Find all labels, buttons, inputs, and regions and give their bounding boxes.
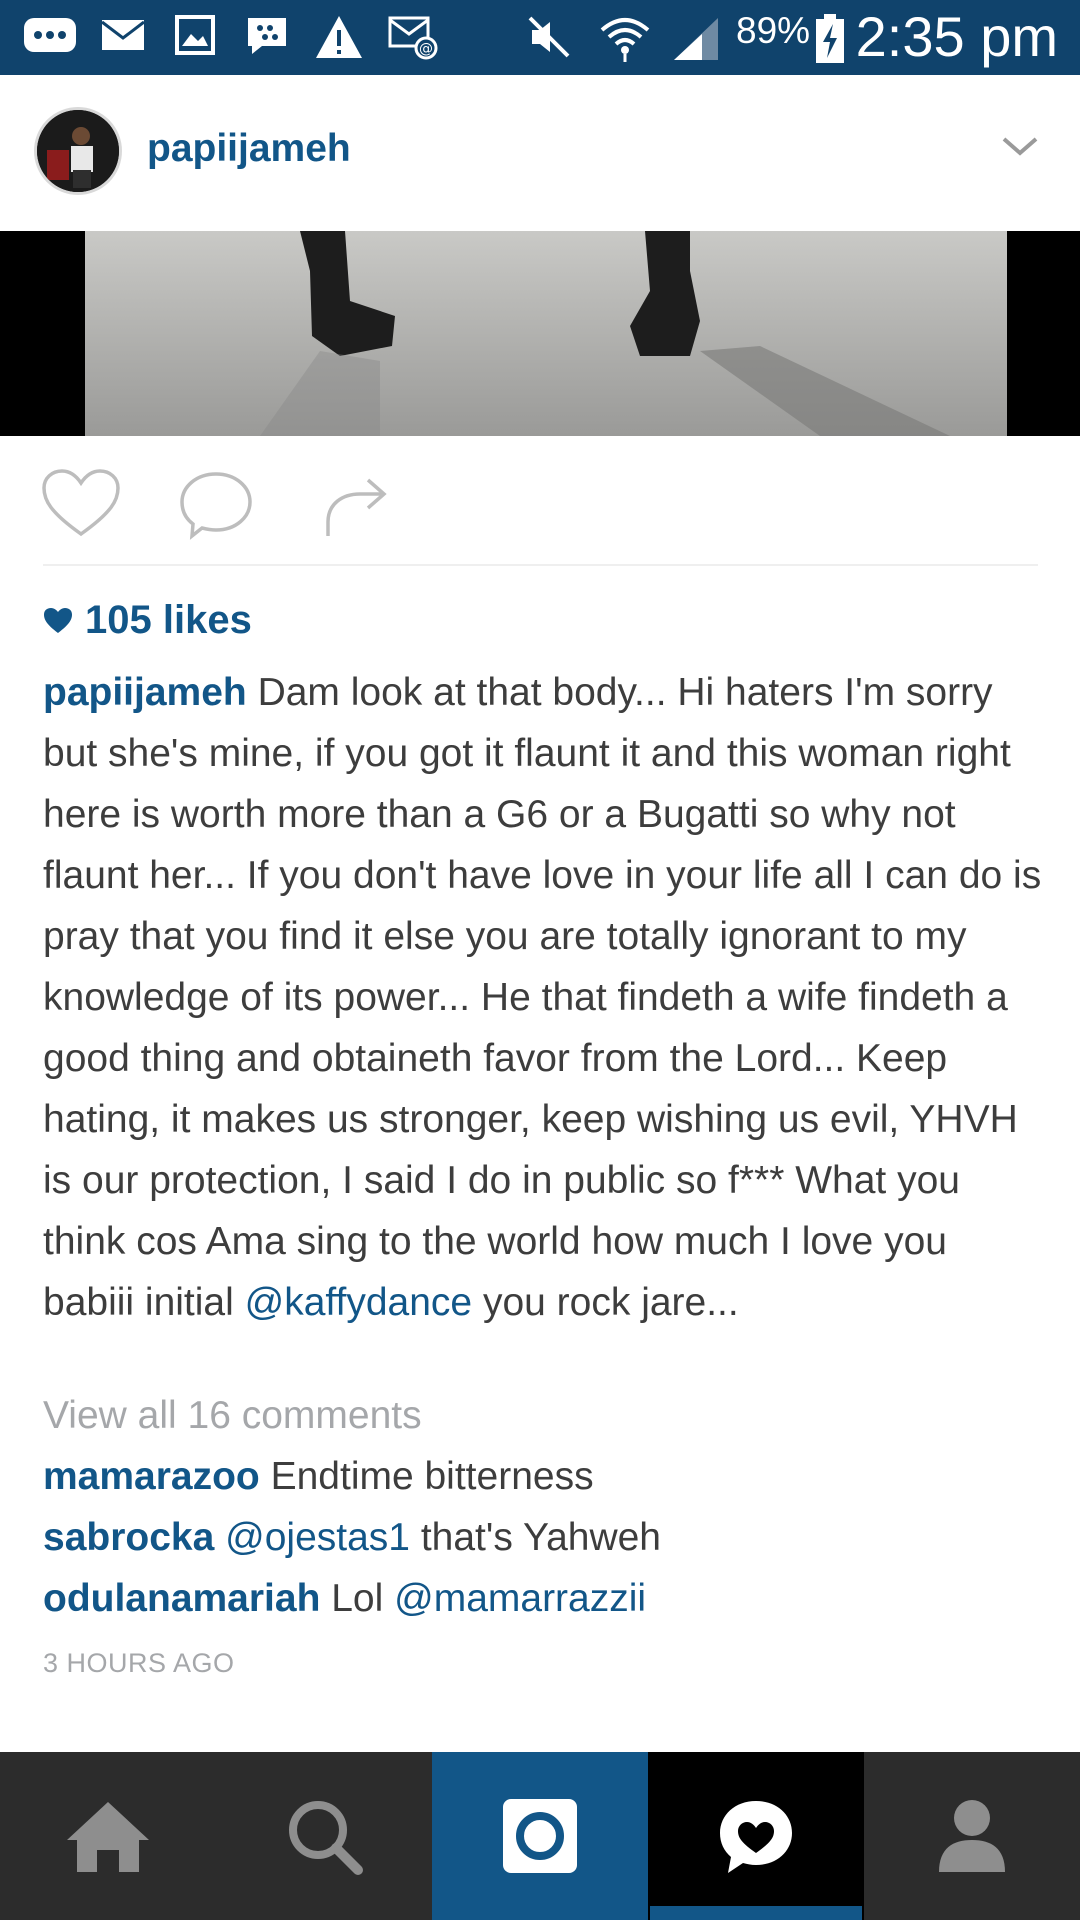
comment-username[interactable]: mamarazoo [43,1455,260,1498]
divider [43,564,1038,566]
camera-icon [503,1799,577,1873]
caption-end: you rock jare... [472,1281,739,1324]
tab-home[interactable] [0,1752,216,1920]
caption: papiijameh Dam look at that body... Hi h… [43,662,1043,1333]
battery-percent: 89% [736,10,811,51]
post-username[interactable]: papiijameh [147,127,351,171]
clock: 2:35 pm [855,5,1058,68]
mail-icon [101,20,145,50]
status-bar: @ 89% 2:35 pm [0,0,1080,75]
tab-search[interactable] [216,1752,432,1920]
warning-icon [316,16,362,58]
caption-username[interactable]: papiijameh [43,671,247,714]
battery-charging-icon [816,14,844,63]
small-heart-icon [44,608,72,633]
chevron-down-icon[interactable] [1000,135,1040,159]
bbm-icon [248,18,286,54]
post-photo[interactable] [0,231,1080,436]
comment-text: Endtime bitterness [259,1455,594,1498]
post-timestamp: 3 HOURS AGO [43,1648,235,1678]
search-icon [289,1801,363,1875]
comment-text: Lol [320,1577,395,1620]
caption-mention[interactable]: @kaffydance [245,1281,473,1324]
tab-profile[interactable] [864,1752,1080,1920]
bottom-tab-bar [0,1752,1080,1920]
comment-username[interactable]: odulanamariah [43,1577,320,1620]
comment: mamarazoo Endtime bitterness [43,1455,594,1499]
gallery-icon [175,15,215,55]
comment: odulanamariah Lol @mamarrazzii [43,1577,646,1621]
view-all-comments-link[interactable]: View all 16 comments [43,1394,422,1438]
avatar[interactable] [34,107,122,195]
home-icon [67,1802,149,1872]
tab-activity[interactable] [648,1752,864,1920]
svg-text:@: @ [419,41,433,57]
messages-icon [24,18,76,52]
heart-icon[interactable] [40,468,122,538]
post-actions [0,436,1080,565]
activity-icon [720,1801,792,1873]
profile-icon [939,1800,1005,1872]
comment-icon[interactable] [176,470,256,542]
comment-mention[interactable]: @mamarrazzii [394,1577,646,1620]
comment-mention[interactable]: @ojestas1 [225,1516,410,1559]
comment-text: that's Yahweh [409,1516,661,1559]
comment-username[interactable]: sabrocka [43,1516,214,1559]
likes-count[interactable]: 105 likes [43,598,252,643]
share-icon[interactable] [320,470,394,540]
comment: sabrocka @ojestas1 that's Yahweh [43,1516,661,1560]
caption-text: Dam look at that body... Hi haters I'm s… [43,671,1042,1324]
signal-icon [674,18,718,60]
active-tab-indicator [650,1906,862,1920]
wifi-icon [600,18,650,62]
email-at-icon: @ [388,16,438,60]
post-header: papiijameh [0,75,1080,231]
tab-camera[interactable] [432,1752,648,1920]
comment-text [214,1516,225,1559]
likes-label: 105 likes [85,598,252,642]
mute-icon [528,16,570,58]
